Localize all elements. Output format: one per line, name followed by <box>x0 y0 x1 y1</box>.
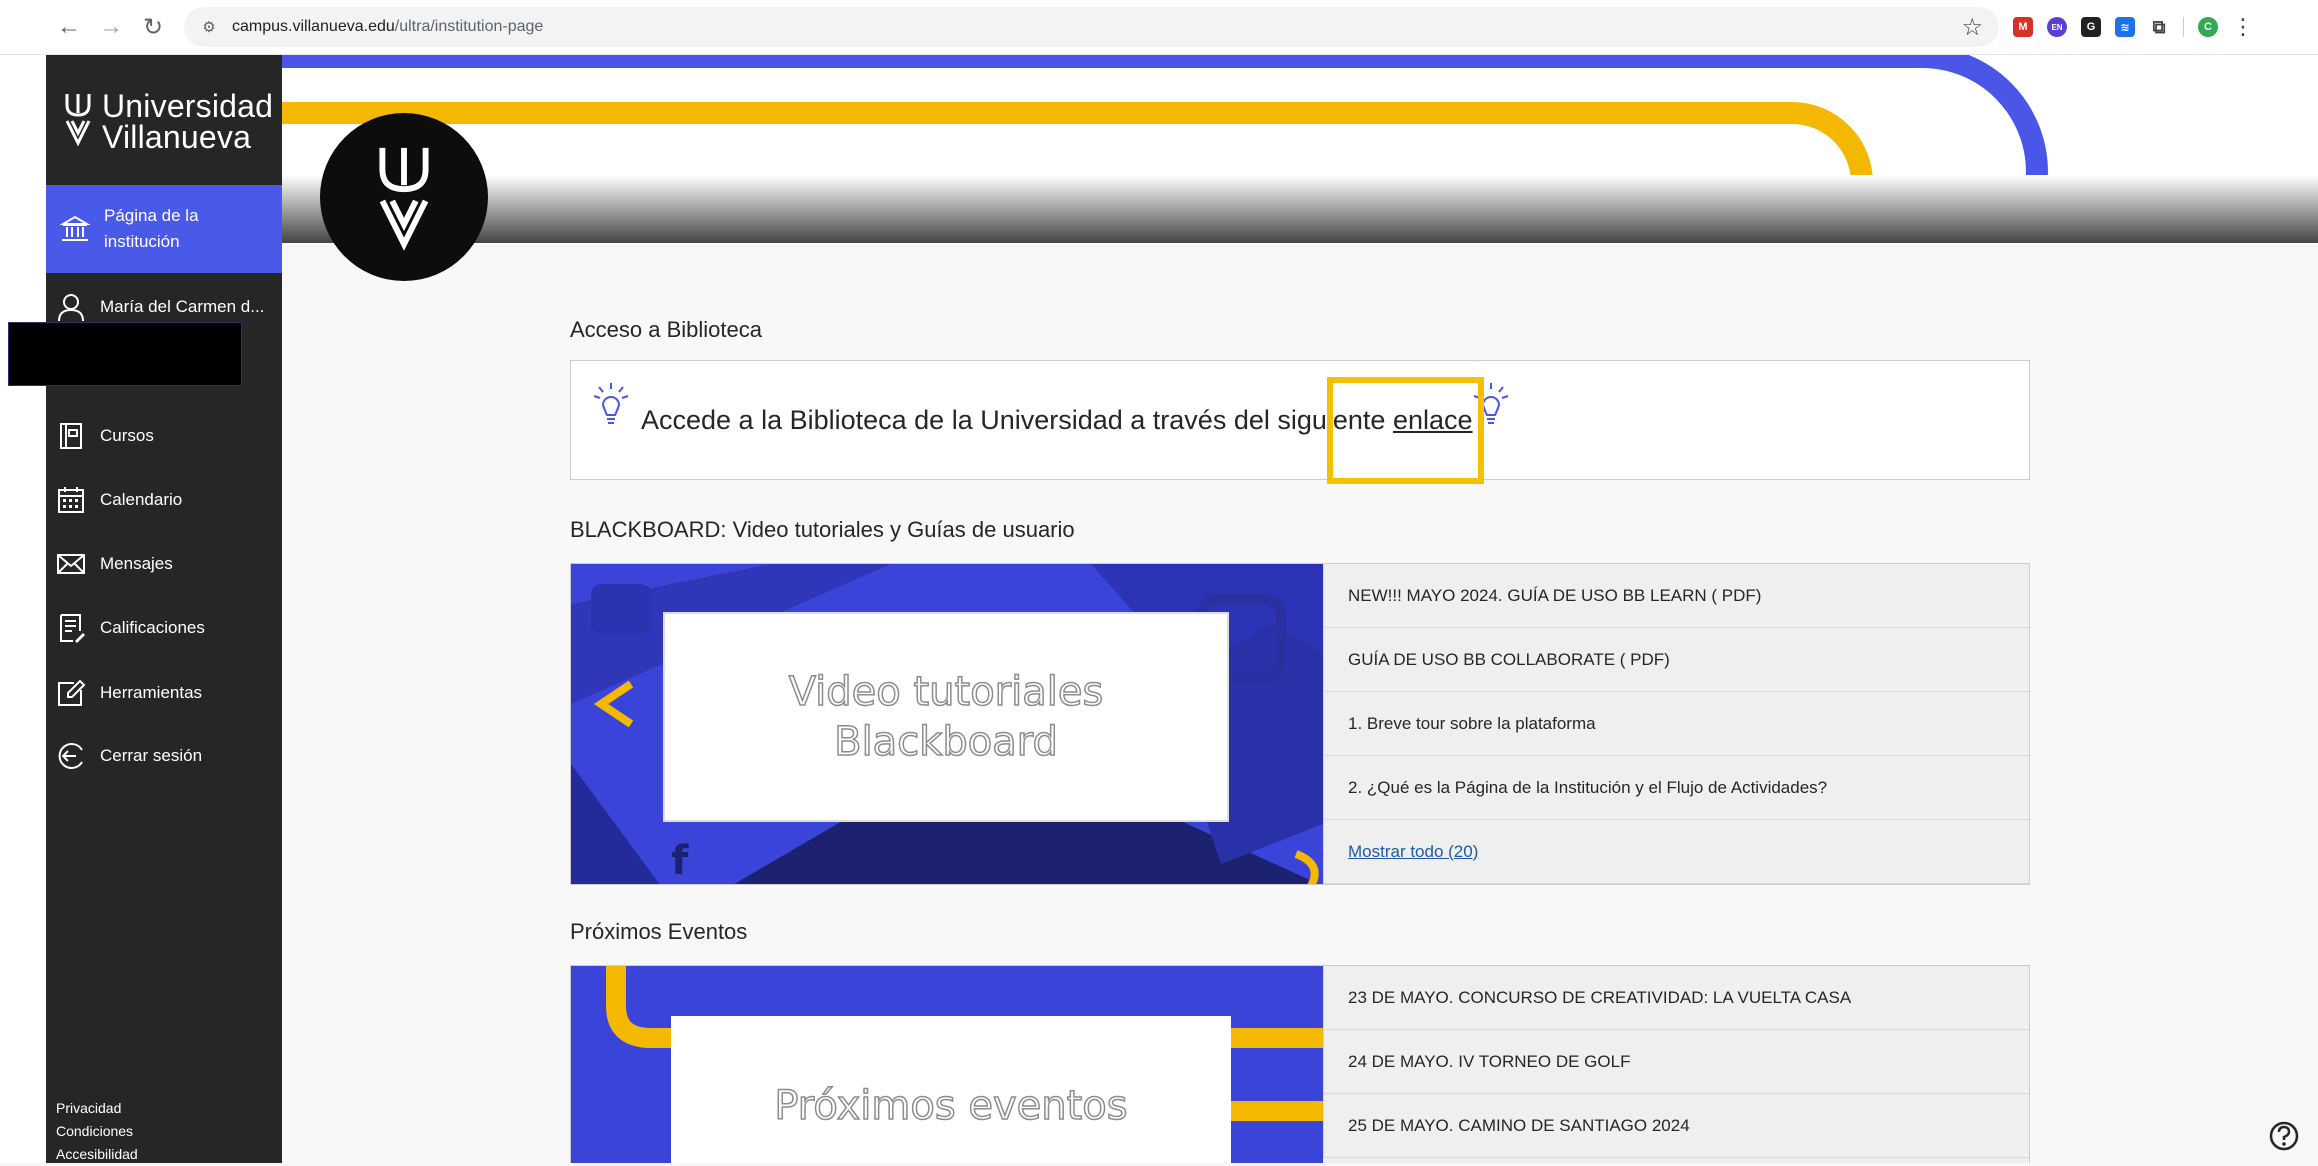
browser-toolbar: ← → ↻ ⚙ campus.villanueva.edu/ultra/inst… <box>0 0 2318 55</box>
sidebar-item-label: Mensajes <box>100 554 173 573</box>
events-image[interactable]: Próximos eventos <box>571 966 1323 1163</box>
forward-arrow-icon[interactable]: → <box>94 10 128 44</box>
show-all-link[interactable]: Mostrar todo (20) <box>1348 842 1478 862</box>
terms-link[interactable]: Condiciones <box>56 1120 138 1143</box>
university-logo[interactable]: Universidad Villanueva <box>64 88 274 155</box>
list-item[interactable]: NEW!!! MAYO 2024. GUÍA DE USO BB LEARN (… <box>1323 564 2029 628</box>
blackboard-image[interactable]: f Video tutoriales Blackboard <box>571 564 1323 884</box>
sidebar-item-label: Página de la institución <box>104 203 199 255</box>
ext-purple-icon[interactable]: EN <box>2047 17 2067 37</box>
show-all-row: Mostrar todo (20) <box>1323 820 2029 884</box>
sidebar: Universidad Villanueva Página de la inst… <box>46 55 282 1163</box>
main-content: Acceso a Biblioteca Accede a la Bibliote… <box>282 55 2318 1163</box>
sidebar-item-calendar[interactable]: Calendario <box>46 478 282 522</box>
browser-menu-icon[interactable]: ⋮ <box>2232 14 2254 40</box>
back-arrow-icon[interactable]: ← <box>52 10 86 44</box>
url-host: campus.villanueva.edu <box>232 18 395 35</box>
events-title: Próximos Eventos <box>570 919 748 944</box>
courses-icon <box>60 423 82 449</box>
profile-avatar[interactable]: C <box>2198 17 2218 37</box>
blackboard-title: BLACKBOARD: Video tutoriales y Guías de … <box>570 517 1075 542</box>
page-left-margin <box>0 55 46 1163</box>
tools-icon <box>58 679 86 706</box>
events-list: 23 DE MAYO. CONCURSO DE CREATIVIDAD: LA … <box>1323 966 2029 1158</box>
user-name: María del Carmen d... <box>100 297 265 316</box>
institution-logo <box>320 113 488 281</box>
list-item[interactable]: 1. Breve tour sobre la plataforma <box>1323 692 2029 756</box>
caption-line-2: Blackboard <box>833 718 1058 766</box>
address-bar[interactable]: ⚙ campus.villanueva.edu/ultra/institutio… <box>184 7 1999 47</box>
list-item[interactable]: GUÍA DE USO BB COLLABORATE ( PDF) <box>1323 628 2029 692</box>
institution-banner <box>282 55 2318 243</box>
privacy-link[interactable]: Privacidad <box>56 1097 138 1120</box>
logo-wordmark: Universidad Villanueva <box>102 88 274 155</box>
help-icon[interactable] <box>2268 1120 2300 1152</box>
logo-line-2: Villanueva <box>102 119 252 155</box>
sidebar-item-institution-page[interactable]: Página de la institución <box>46 185 282 273</box>
library-title: Acceso a Biblioteca <box>570 317 762 342</box>
sidebar-item-label: Herramientas <box>100 683 203 702</box>
sidebar-item-label: Cursos <box>100 426 154 445</box>
blackboard-card: f Video tutoriales Blackboard NEW!!! MAY… <box>570 563 2030 885</box>
sidebar-footer: Privacidad Condiciones Accesibilidad <box>56 1097 138 1166</box>
sidebar-item-courses[interactable]: Cursos <box>46 414 282 458</box>
library-text-body: Accede a la Biblioteca de la Universidad… <box>641 405 1393 435</box>
sidebar-item-grades[interactable]: Calificaciones <box>46 606 282 650</box>
caption-line-1: Video tutoriales <box>788 668 1104 716</box>
sidebar-item-label: Calendario <box>100 490 183 509</box>
highlight-box <box>1327 377 1484 484</box>
library-card: Accede a la Biblioteca de la Universidad… <box>570 360 2030 480</box>
lightbulb-icon <box>593 383 629 424</box>
uv-logo-icon <box>379 147 429 251</box>
institution-icon <box>60 215 90 241</box>
uv-logo-mark-icon <box>65 94 91 147</box>
video-tutorials-caption: Video tutoriales Blackboard <box>663 612 1229 822</box>
list-item[interactable]: 24 DE MAYO. IV TORNEO DE GOLF <box>1323 1030 2029 1094</box>
ext-red-icon[interactable]: M <box>2013 17 2033 37</box>
ext-black-icon[interactable]: G <box>2081 17 2101 37</box>
list-item[interactable]: 23 DE MAYO. CONCURSO DE CREATIVIDAD: LA … <box>1323 966 2029 1030</box>
extensions-area: M EN G ≋ ⧉ C <box>2013 17 2218 37</box>
sidebar-item-label: Calificaciones <box>100 618 205 637</box>
events-card: Próximos eventos 23 DE MAYO. CONCURSO DE… <box>570 965 2030 1163</box>
ext-puzzle-icon[interactable]: ⧉ <box>2149 17 2169 37</box>
user-icon <box>58 294 84 322</box>
institution-label-line2: institución <box>104 232 180 251</box>
calendar-icon <box>58 487 84 513</box>
url-path: /ultra/institution-page <box>394 18 544 35</box>
url-text[interactable]: campus.villanueva.edu/ultra/institution-… <box>232 18 543 36</box>
reload-icon[interactable]: ↻ <box>136 10 170 44</box>
bookmark-star-icon[interactable]: ☆ <box>1961 13 1983 42</box>
caption-text: Próximos eventos <box>774 1082 1129 1130</box>
sidebar-item-label: Cerrar sesión <box>100 746 203 765</box>
list-item[interactable]: 25 DE MAYO. CAMINO DE SANTIAGO 2024 <box>1323 1094 2029 1158</box>
logout-icon <box>58 743 83 769</box>
blackboard-list: NEW!!! MAYO 2024. GUÍA DE USO BB LEARN (… <box>1323 564 2029 884</box>
envelope-icon <box>57 554 85 574</box>
toolbar-separator <box>2183 17 2184 37</box>
banner-shadow <box>282 175 2318 243</box>
sidebar-item-logout[interactable]: Cerrar sesión <box>46 734 282 778</box>
site-settings-icon[interactable]: ⚙ <box>198 16 220 38</box>
grades-icon <box>60 614 85 643</box>
ext-blue-icon[interactable]: ≋ <box>2115 17 2135 37</box>
logo-line-1: Universidad <box>102 88 274 124</box>
sidebar-item-tools[interactable]: Herramientas <box>46 671 282 715</box>
institution-label-line1: Página de la <box>104 206 199 225</box>
list-item[interactable]: 2. ¿Qué es la Página de la Institución y… <box>1323 756 2029 820</box>
events-caption: Próximos eventos <box>671 1016 1231 1163</box>
sidebar-item-messages[interactable]: Mensajes <box>46 542 282 586</box>
redacted-block <box>8 322 242 386</box>
svg-text:f: f <box>671 838 689 884</box>
